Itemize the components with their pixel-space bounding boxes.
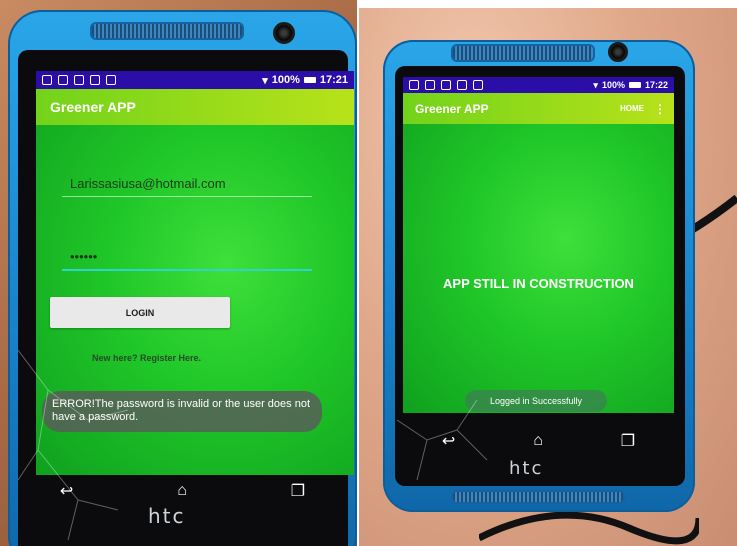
password-field[interactable]: ••••••: [62, 243, 312, 271]
battery-percent: 100%: [271, 74, 300, 86]
notification-icon: [425, 80, 435, 90]
screen-crack: [18, 349, 129, 540]
brand-logo: htc: [148, 504, 186, 528]
notification-icon: [74, 75, 84, 85]
app-bar: Greener APP: [36, 89, 354, 125]
wifi-icon: ▾: [262, 74, 268, 87]
recent-apps-icon[interactable]: ❐: [621, 431, 635, 451]
home-icon[interactable]: ⌂: [533, 432, 543, 450]
construction-headline: APP STILL IN CONSTRUCTION: [443, 276, 634, 291]
phone-left: ▾ 100% 17:21 Greener APP Larissasiusa@ho…: [8, 10, 357, 546]
status-bar: ▾ 100% 17:21: [36, 71, 354, 89]
overflow-menu-icon[interactable]: ⋮: [654, 103, 666, 115]
wifi-icon: ▾: [593, 79, 598, 90]
speaker-grille: [453, 46, 593, 60]
battery-percent: 100%: [601, 80, 625, 90]
home-content: APP STILL IN CONSTRUCTION Logged in Succ…: [403, 124, 674, 413]
notification-icon: [409, 80, 419, 90]
photo-left: ▾ 100% 17:21 Greener APP Larissasiusa@ho…: [0, 0, 357, 546]
phone-right: ▾ 100% 17:22 Greener APP HOME ⋮ APP STIL…: [383, 40, 695, 512]
status-time: 17:21: [319, 74, 348, 86]
battery-icon: [628, 82, 641, 88]
email-field[interactable]: Larissasiusa@hotmail.com: [62, 171, 312, 197]
app-title: Greener APP: [50, 99, 136, 115]
notification-icon: [457, 80, 467, 90]
notification-icon: [58, 75, 68, 85]
battery-icon: [303, 77, 316, 83]
app-bar: Greener APP HOME ⋮: [403, 93, 674, 124]
speaker-grille: [453, 492, 623, 502]
front-camera: [273, 22, 295, 44]
speaker-grille: [92, 24, 242, 38]
notification-icon: [441, 80, 451, 90]
home-icon[interactable]: ⌂: [177, 482, 187, 500]
notification-icon: [90, 75, 100, 85]
screen-crack: [397, 400, 488, 481]
status-bar: ▾ 100% 17:22: [403, 77, 674, 93]
notification-icon: [106, 75, 116, 85]
notification-icon: [42, 75, 52, 85]
app-title: Greener APP: [415, 101, 489, 116]
notification-icon: [473, 80, 483, 90]
home-menu-item[interactable]: HOME: [620, 104, 644, 113]
front-camera: [608, 42, 628, 62]
photo-right: ▾ 100% 17:22 Greener APP HOME ⋮ APP STIL…: [359, 8, 737, 546]
status-time: 17:22: [644, 80, 668, 90]
recent-apps-icon[interactable]: ❐: [291, 481, 305, 501]
